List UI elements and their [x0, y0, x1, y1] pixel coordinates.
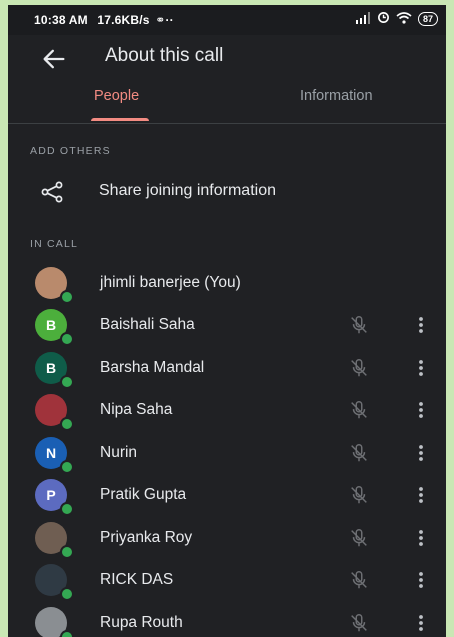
participant-row[interactable]: B Baishali Saha — [8, 305, 446, 347]
signal-icon — [355, 11, 371, 27]
tab-bar: People Information — [8, 83, 446, 124]
mic-off-icon — [348, 569, 370, 591]
mic-off-icon — [348, 314, 370, 336]
more-options-icon[interactable] — [415, 399, 427, 421]
mic-off-icon — [348, 484, 370, 506]
wifi-icon — [396, 11, 412, 27]
participant-row[interactable]: Priyanka Roy — [8, 518, 446, 560]
section-label-add-others: ADD OTHERS — [30, 145, 111, 157]
mic-off-icon — [348, 357, 370, 379]
mic-off-icon — [348, 442, 370, 464]
participant-row[interactable]: P Pratik Gupta — [8, 475, 446, 517]
more-options-icon[interactable] — [415, 569, 427, 591]
mic-off-icon — [348, 399, 370, 421]
status-bar: 10:38 AM 17.6KB/s ⚭·· 87 — [8, 5, 446, 35]
online-status-dot — [60, 375, 74, 389]
share-icon — [41, 181, 63, 203]
app-bar: About this call — [8, 35, 446, 81]
more-options-icon[interactable] — [415, 357, 427, 379]
share-joining-info-label: Share joining information — [99, 182, 276, 199]
back-button[interactable] — [40, 45, 68, 73]
online-status-dot — [60, 587, 74, 601]
page-title: About this call — [105, 45, 224, 66]
participant-row[interactable]: RICK DAS — [8, 560, 446, 602]
participant-name: jhimli banerjee (You) — [100, 274, 241, 291]
participant-name: RICK DAS — [100, 571, 174, 588]
participant-name: Nipa Saha — [100, 401, 173, 418]
call-details-screen: 10:38 AM 17.6KB/s ⚭·· 87 About this call… — [8, 5, 446, 637]
online-status-dot — [60, 460, 74, 474]
online-status-dot — [60, 545, 74, 559]
participant-row[interactable]: B Barsha Mandal — [8, 348, 446, 390]
mic-off-icon — [348, 612, 370, 634]
more-options-icon[interactable] — [415, 314, 427, 336]
participant-name: Nurin — [100, 444, 138, 461]
arrow-back-icon — [43, 49, 65, 69]
mic-off-icon — [348, 527, 370, 549]
active-tab-indicator — [91, 118, 149, 121]
participant-name: Barsha Mandal — [100, 359, 205, 376]
tab-information[interactable]: Information — [300, 88, 373, 104]
participant-row[interactable]: Nipa Saha — [8, 390, 446, 432]
online-status-dot — [60, 290, 74, 304]
status-time: 10:38 AM — [34, 13, 88, 27]
online-status-dot — [60, 502, 74, 516]
participant-name: Priyanka Roy — [100, 529, 193, 546]
more-options-icon[interactable] — [415, 484, 427, 506]
sync-icon — [377, 11, 390, 27]
participant-name: Baishali Saha — [100, 316, 195, 333]
online-status-dot — [60, 417, 74, 431]
online-status-dot — [60, 630, 74, 637]
share-joining-info-button[interactable]: Share joining information — [8, 173, 446, 211]
participant-row[interactable]: N Nurin — [8, 433, 446, 475]
participant-row[interactable]: jhimli banerjee (You) — [8, 263, 446, 305]
participant-name: Rupa Routh — [100, 614, 183, 631]
headset-icon: ⚭·· — [155, 13, 174, 27]
online-status-dot — [60, 332, 74, 346]
more-options-icon[interactable] — [415, 612, 427, 634]
more-options-icon[interactable] — [415, 527, 427, 549]
more-options-icon[interactable] — [415, 442, 427, 464]
participant-name: Pratik Gupta — [100, 486, 187, 503]
battery-indicator: 87 — [417, 12, 438, 26]
network-speed: 17.6KB/s — [97, 13, 150, 27]
participant-row[interactable]: Rupa Routh — [8, 603, 446, 637]
tab-people[interactable]: People — [94, 88, 139, 104]
section-label-in-call: IN CALL — [30, 238, 79, 250]
